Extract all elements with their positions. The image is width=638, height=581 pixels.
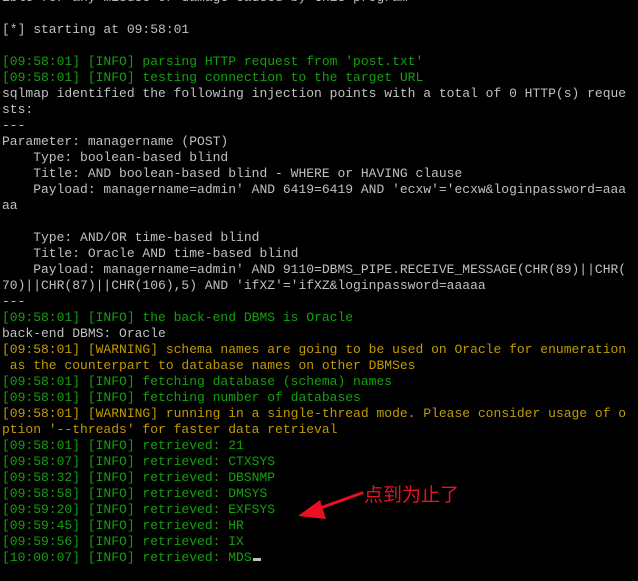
arrow-icon: [298, 491, 364, 519]
annotation-label: 点到为止了: [364, 484, 460, 506]
terminal-window[interactable]: ible for any misuse or damage caused by …: [0, 0, 638, 581]
